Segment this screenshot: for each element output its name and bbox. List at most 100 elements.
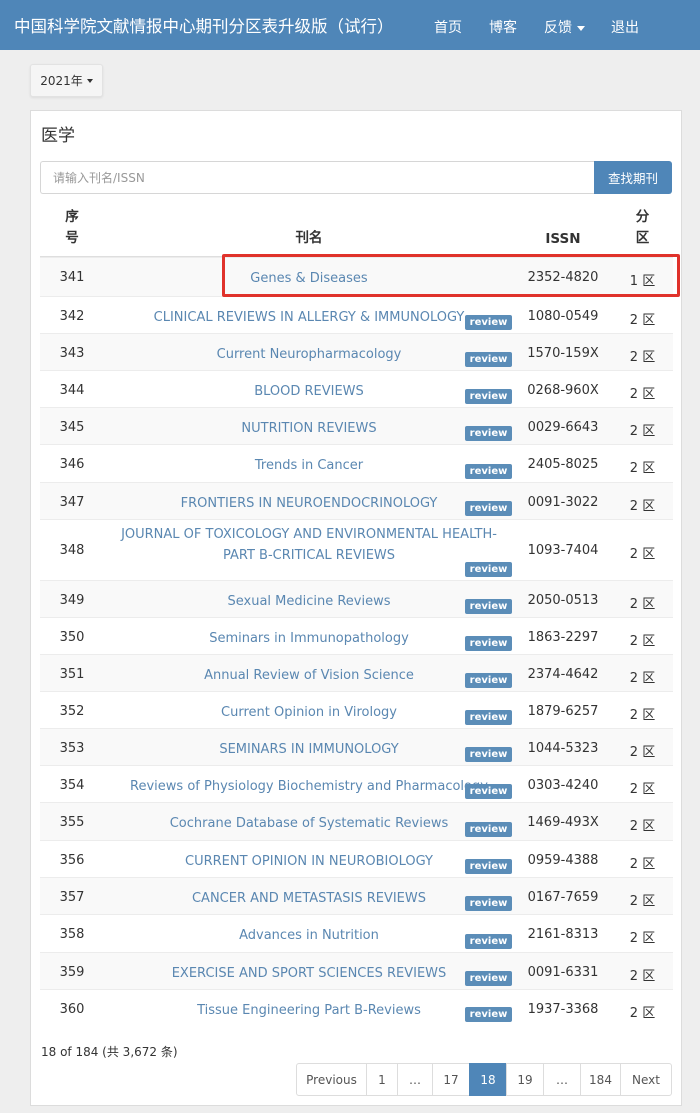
table-row: 348 JOURNAL OF TOXICOLOGY AND ENVIRONMENT… xyxy=(40,519,673,580)
nav-logout-link[interactable]: 退出 xyxy=(611,17,639,37)
pagination-summary: 18 of 184 (共 3,672 条) xyxy=(41,1045,178,1059)
pagination-previous-button[interactable]: Previous xyxy=(296,1063,367,1096)
journal-name-link[interactable]: Sexual Medicine Reviews xyxy=(120,591,498,612)
review-badge: review xyxy=(465,859,512,874)
column-header-name: 刊名 xyxy=(295,230,323,246)
review-badge: review xyxy=(465,426,512,441)
row-number: 350 xyxy=(59,630,85,645)
table-row: 342 CLINICAL REVIEWS IN ALLERGY & IMMUNOL… xyxy=(40,296,673,333)
review-badge: review xyxy=(465,636,512,651)
nav-feedback-dropdown[interactable]: 反馈 xyxy=(544,17,585,37)
issn-value: 1080-0549 xyxy=(527,309,599,324)
row-number: 345 xyxy=(59,420,85,435)
pagination-next-button[interactable]: Next xyxy=(620,1063,672,1096)
review-badge: review xyxy=(465,464,512,479)
issn-value: 2405-8025 xyxy=(527,457,599,472)
journal-name-link[interactable]: Cochrane Database of Systematic Reviews xyxy=(120,813,498,834)
table-row: 360 Tissue Engineering Part B-Reviews revi… xyxy=(40,989,673,1025)
table-row: 350 Seminars in Immunopathology review 1863… xyxy=(40,617,673,654)
review-badge: review xyxy=(465,784,512,799)
page-19-button[interactable]: 19 xyxy=(506,1063,544,1096)
issn-value: 0167-7659 xyxy=(527,890,599,905)
zone-value: 2 区 xyxy=(629,387,656,402)
chevron-down-icon xyxy=(577,25,585,31)
row-number: 353 xyxy=(59,741,85,756)
review-badge: review xyxy=(465,673,512,688)
row-number: 342 xyxy=(59,309,85,324)
journal-name-link[interactable]: NUTRITION REVIEWS xyxy=(120,418,498,439)
journal-name-link[interactable]: EXERCISE AND SPORT SCIENCES REVIEWS xyxy=(120,963,498,984)
issn-value: 1570-159X xyxy=(527,346,599,361)
page-1-button[interactable]: 1 xyxy=(366,1063,398,1096)
table-row: 353 SEMINARS IN IMMUNOLOGY review 1044-5323… xyxy=(40,728,673,765)
issn-value: 1044-5323 xyxy=(527,741,599,756)
table-row: 351 Annual Review of Vision Science review… xyxy=(40,654,673,691)
review-badge: review xyxy=(465,971,512,986)
row-number: 346 xyxy=(59,457,85,472)
journal-name-link[interactable]: Annual Review of Vision Science xyxy=(120,665,498,686)
journal-name-link[interactable]: CURRENT OPINION IN NEUROBIOLOGY xyxy=(120,851,498,872)
journal-name-link[interactable]: FRONTIERS IN NEUROENDOCRINOLOGY xyxy=(120,493,498,514)
row-number: 359 xyxy=(59,965,85,980)
issn-value: 1879-6257 xyxy=(527,704,599,719)
table-row: 344 BLOOD REVIEWS review 0268-960X 2 区 xyxy=(40,370,673,407)
table-row: 343 Current Neuropharmacology review 1570-1… xyxy=(40,333,673,370)
category-title: 医学 xyxy=(41,126,75,146)
column-header-zone: 分 区 xyxy=(635,209,650,246)
journal-name-link[interactable]: CLINICAL REVIEWS IN ALLERGY & IMMUNOLOGY xyxy=(120,307,498,328)
issn-value: 0959-4388 xyxy=(527,853,599,868)
journal-panel: 医学 查找期刊 序 号 刊名 ISSN 分 区 341 Genes & Disea… xyxy=(30,110,682,1106)
year-dropdown[interactable]: 2021年 xyxy=(30,64,103,97)
nav-home-link[interactable]: 首页 xyxy=(434,17,462,37)
search-journal-button[interactable]: 查找期刊 xyxy=(594,161,672,194)
journal-name-link[interactable]: Trends in Cancer xyxy=(120,455,498,476)
journal-name-link[interactable]: Current Neuropharmacology xyxy=(120,344,498,365)
zone-value: 2 区 xyxy=(629,857,656,872)
journal-name-link[interactable]: SEMINARS IN IMMUNOLOGY xyxy=(120,739,498,760)
journal-name-link[interactable]: Tissue Engineering Part B-Reviews xyxy=(120,1000,498,1021)
issn-value: 2161-8313 xyxy=(527,927,599,942)
journal-name-link[interactable]: JOURNAL OF TOXICOLOGY AND ENVIRONMENTAL … xyxy=(120,524,498,566)
row-number: 354 xyxy=(59,778,85,793)
review-badge: review xyxy=(465,599,512,614)
nav-feedback-label: 反馈 xyxy=(544,20,572,36)
zone-value: 2 区 xyxy=(629,1006,656,1021)
page-184-button[interactable]: 184 xyxy=(580,1063,621,1096)
table-row: 349 Sexual Medicine Reviews review 2050-051… xyxy=(40,580,673,617)
page-18-button[interactable]: 18 xyxy=(469,1063,507,1096)
journal-name-link[interactable]: Seminars in Immunopathology xyxy=(120,628,498,649)
zone-value: 2 区 xyxy=(629,424,656,439)
journal-name-link[interactable]: BLOOD REVIEWS xyxy=(120,381,498,402)
journal-name-link[interactable]: Genes & Diseases xyxy=(120,268,498,289)
zone-value: 1 区 xyxy=(629,274,656,289)
journal-name-link[interactable]: Reviews of Physiology Biochemistry and P… xyxy=(120,776,498,797)
journal-name-link[interactable]: CANCER AND METASTASIS REVIEWS xyxy=(120,888,498,909)
review-badge: review xyxy=(465,934,512,949)
row-number: 358 xyxy=(59,927,85,942)
issn-value: 1469-493X xyxy=(527,815,599,830)
search-input[interactable] xyxy=(40,161,595,194)
table-row: 345 NUTRITION REVIEWS review 0029-6643 2 区 xyxy=(40,407,673,444)
row-number: 357 xyxy=(59,890,85,905)
pagination-ellipsis: … xyxy=(543,1063,581,1096)
zone-value: 2 区 xyxy=(629,350,656,365)
site-title[interactable]: 中国科学院文献情报中心期刊分区表升级版（试行） xyxy=(0,13,420,37)
table-row: 358 Advances in Nutrition review 2161-8313 2… xyxy=(40,914,673,952)
zone-value: 2 区 xyxy=(629,461,656,476)
page-17-button[interactable]: 17 xyxy=(432,1063,470,1096)
zone-value: 2 区 xyxy=(629,819,656,834)
issn-value: 0029-6643 xyxy=(527,420,599,435)
issn-value: 1863-2297 xyxy=(527,630,599,645)
zone-value: 2 区 xyxy=(629,597,656,612)
journal-name-link[interactable]: Current Opinion in Virology xyxy=(120,702,498,723)
nav-blog-link[interactable]: 博客 xyxy=(489,17,517,37)
table-row: 357 CANCER AND METASTASIS REVIEWS review 01… xyxy=(40,877,673,914)
table-row: 347 FRONTIERS IN NEUROENDOCRINOLOGY review… xyxy=(40,482,673,519)
row-number: 341 xyxy=(59,270,85,285)
journal-name-link[interactable]: Advances in Nutrition xyxy=(120,925,498,946)
table-row: 355 Cochrane Database of Systematic Revie… xyxy=(40,802,673,840)
table-row: 356 CURRENT OPINION IN NEUROBIOLOGY review… xyxy=(40,840,673,877)
pagination-ellipsis: … xyxy=(397,1063,433,1096)
row-number: 348 xyxy=(59,542,85,558)
review-badge: review xyxy=(465,389,512,404)
